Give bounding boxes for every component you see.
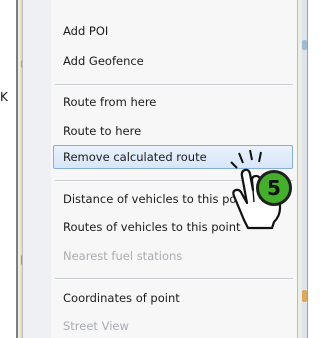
map-marker — [302, 290, 307, 302]
map-marker — [302, 40, 307, 50]
menu-separator — [55, 84, 293, 86]
side-letter: K — [0, 90, 8, 104]
menu-icon-gutter — [23, 0, 51, 338]
menu-separator — [55, 278, 293, 280]
menu-item-nearest-fuel-stations: Nearest fuel stations — [63, 249, 183, 263]
menu-item-route-to-here[interactable]: Route to here — [53, 119, 293, 143]
menu-item-add-poi[interactable]: Add POI — [53, 19, 293, 43]
menu-item-coordinates-of-point[interactable]: Coordinates of point — [53, 286, 293, 310]
menu-item-route-from-here[interactable]: Route from here — [53, 90, 293, 114]
menu-item-add-geofence[interactable]: Add Geofence — [53, 49, 293, 73]
menu-item-street-view: Street View — [63, 319, 129, 333]
step-number-badge: 5 — [256, 170, 292, 206]
